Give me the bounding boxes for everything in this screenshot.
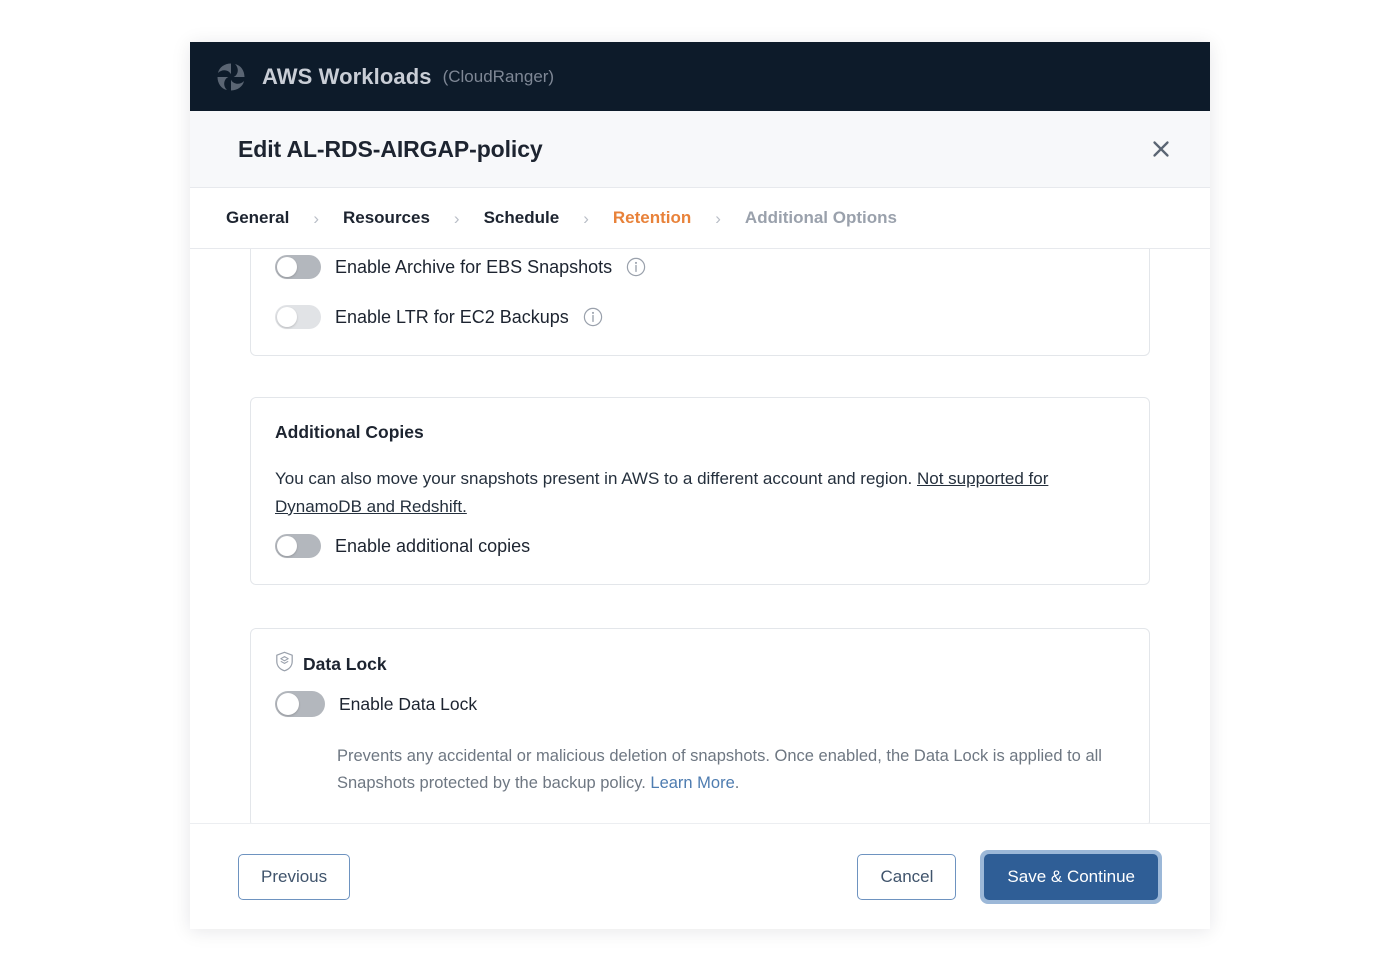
wizard-steps: General › Resources › Schedule › Retenti…: [190, 188, 1210, 249]
page-title: Edit AL-RDS-AIRGAP-policy: [238, 136, 543, 163]
info-circle-icon[interactable]: [583, 307, 603, 327]
toggle-knob: [277, 257, 297, 277]
data-lock-card: Data Lock Enable Data Lock Prevents any …: [250, 628, 1150, 823]
step-resources[interactable]: Resources: [327, 208, 446, 228]
shield-layers-icon: [275, 651, 294, 677]
additional-copies-card: Additional Copies You can also move your…: [250, 397, 1150, 585]
enable-data-lock-row: Enable Data Lock: [275, 691, 1125, 717]
cancel-button[interactable]: Cancel: [857, 854, 956, 900]
enable-additional-copies-row: Enable additional copies: [275, 534, 1125, 558]
archive-ebs-row: Enable Archive for EBS Snapshots: [275, 255, 1125, 279]
archive-options-card: Enable Archive for EBS Snapshots Enable …: [250, 249, 1150, 356]
pinwheel-logo-icon: [210, 56, 252, 98]
additional-copies-description-text: You can also move your snapshots present…: [275, 469, 917, 488]
data-lock-hint-tail: .: [735, 774, 740, 792]
step-retention[interactable]: Retention: [597, 208, 707, 228]
modal-titlebar: Edit AL-RDS-AIRGAP-policy: [190, 111, 1210, 188]
previous-button[interactable]: Previous: [238, 854, 350, 900]
modal-body: Enable Archive for EBS Snapshots Enable …: [190, 249, 1210, 823]
enable-archive-ebs-toggle[interactable]: [275, 255, 321, 279]
screen: AWS Workloads (CloudRanger) Edit AL-RDS-…: [0, 0, 1400, 966]
app-brand-name: AWS Workloads: [262, 64, 432, 90]
save-button-focus-ring: Save & Continue: [980, 850, 1162, 904]
enable-additional-copies-label: Enable additional copies: [335, 536, 530, 557]
modal-footer: Previous Cancel Save & Continue: [190, 823, 1210, 929]
data-lock-heading: Data Lock: [303, 654, 387, 675]
toggle-knob: [277, 307, 297, 327]
app-brand-subtitle: (CloudRanger): [443, 67, 555, 87]
enable-ltr-ec2-label: Enable LTR for EC2 Backups: [335, 307, 569, 328]
step-chevron-icon: ›: [707, 210, 729, 227]
edit-policy-modal: AWS Workloads (CloudRanger) Edit AL-RDS-…: [190, 42, 1210, 929]
toggle-knob: [277, 693, 299, 715]
data-lock-hint: Prevents any accidental or malicious del…: [337, 743, 1125, 797]
step-chevron-icon: ›: [305, 210, 327, 227]
step-chevron-icon: ›: [446, 210, 468, 227]
enable-ltr-ec2-row: Enable LTR for EC2 Backups: [275, 305, 1125, 329]
footer-actions: Cancel Save & Continue: [857, 850, 1162, 904]
learn-more-link[interactable]: Learn More: [650, 774, 734, 792]
enable-data-lock-toggle[interactable]: [275, 691, 325, 717]
save-and-continue-button[interactable]: Save & Continue: [984, 854, 1158, 900]
step-general[interactable]: General: [210, 208, 305, 228]
additional-copies-heading: Additional Copies: [275, 422, 1125, 443]
additional-copies-description: You can also move your snapshots present…: [275, 465, 1105, 520]
enable-data-lock-label: Enable Data Lock: [339, 694, 477, 715]
step-schedule[interactable]: Schedule: [468, 208, 576, 228]
data-lock-heading-row: Data Lock: [275, 651, 1125, 677]
enable-ltr-ec2-toggle[interactable]: [275, 305, 321, 329]
enable-archive-ebs-label: Enable Archive for EBS Snapshots: [335, 257, 612, 278]
app-header: AWS Workloads (CloudRanger): [190, 42, 1210, 111]
toggle-knob: [277, 536, 297, 556]
step-additional-options[interactable]: Additional Options: [729, 208, 913, 228]
step-chevron-icon: ›: [575, 210, 597, 227]
enable-additional-copies-toggle[interactable]: [275, 534, 321, 558]
close-button[interactable]: [1142, 130, 1180, 168]
close-icon: [1150, 138, 1172, 160]
info-circle-icon[interactable]: [626, 257, 646, 277]
